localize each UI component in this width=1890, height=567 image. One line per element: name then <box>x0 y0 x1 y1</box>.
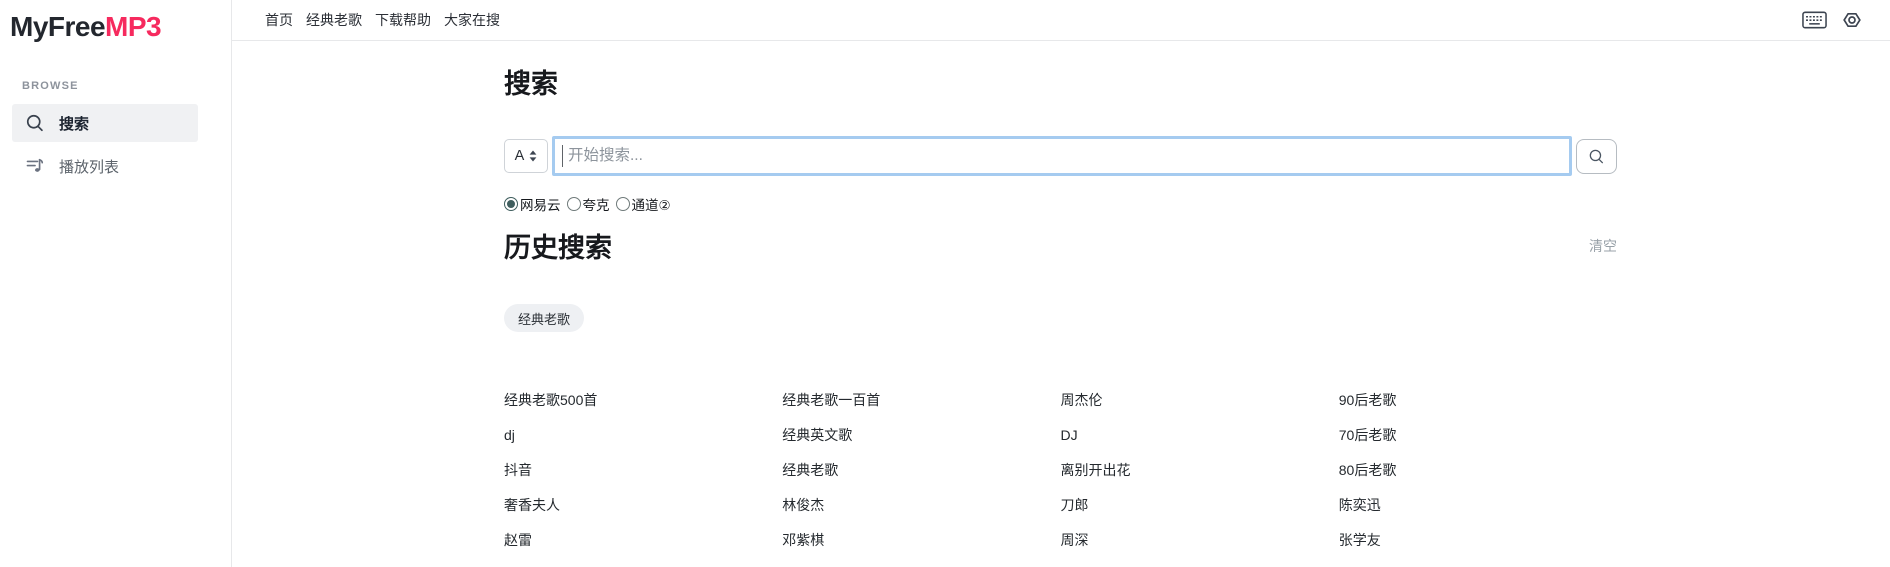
hot-search-item[interactable]: 经典老歌500首 <box>504 392 782 408</box>
hot-search-item[interactable]: 赵雷 <box>504 532 782 548</box>
hot-search-item[interactable]: dj <box>504 427 782 443</box>
nav-item[interactable]: 下载帮助 <box>375 10 431 30</box>
main-area: 首页经典老歌下载帮助大家在搜 搜索 A <box>232 0 1890 567</box>
history-tags: 经典老歌 <box>504 304 1617 332</box>
search-input[interactable] <box>552 136 1572 176</box>
hot-search-item[interactable]: 80后老歌 <box>1339 462 1617 478</box>
sidebar-section-label: BROWSE <box>22 80 231 92</box>
nav-item[interactable]: 首页 <box>265 10 293 30</box>
search-input-wrap <box>552 136 1572 176</box>
top-nav: 首页经典老歌下载帮助大家在搜 <box>265 10 500 30</box>
sidebar-item-label: 搜索 <box>59 113 89 134</box>
source-radio[interactable]: 夸克 <box>567 194 610 214</box>
sidebar: MyFreeMP3 BROWSE 搜索 播放列表 <box>0 0 232 567</box>
brand-logo[interactable]: MyFreeMP3 <box>0 0 231 42</box>
source-label: 通道② <box>632 194 671 214</box>
history-header: 历史搜索 清空 <box>504 230 1617 266</box>
hot-search-item[interactable]: 张学友 <box>1339 532 1617 548</box>
hot-search-item[interactable]: 刀郎 <box>1061 497 1339 513</box>
hot-search-item[interactable]: DJ <box>1061 427 1339 443</box>
brand-dark: MyFree <box>10 11 105 42</box>
source-radio-group: 网易云 夸克 通道② <box>504 194 1617 214</box>
content-container: 搜索 A <box>504 41 1617 567</box>
hot-search-item[interactable]: 90后老歌 <box>1339 392 1617 408</box>
hot-search-item[interactable]: 周深 <box>1061 532 1339 548</box>
playlist-icon <box>25 156 45 176</box>
search-icon <box>25 113 45 133</box>
source-label: 夸克 <box>583 194 610 214</box>
top-bar: 首页经典老歌下载帮助大家在搜 <box>232 0 1890 41</box>
radio-icon <box>504 197 518 211</box>
search-type-value: A <box>515 148 525 164</box>
source-radio[interactable]: 通道② <box>616 194 671 214</box>
nav-item[interactable]: 经典老歌 <box>306 10 362 30</box>
hot-search-item[interactable]: 奢香夫人 <box>504 497 782 513</box>
topbar-icons <box>1802 10 1862 30</box>
history-tag[interactable]: 经典老歌 <box>504 304 584 332</box>
history-title: 历史搜索 <box>504 230 612 266</box>
search-title: 搜索 <box>504 66 1617 102</box>
app-window: MyFreeMP3 BROWSE 搜索 播放列表 首页经典老歌下载帮助大家在搜 <box>0 0 1890 567</box>
brand-accent: MP3 <box>105 11 161 42</box>
search-type-select[interactable]: A <box>504 139 548 173</box>
hot-search-item[interactable]: 经典英文歌 <box>782 427 1060 443</box>
hot-search-item[interactable]: 周杰伦 <box>1061 392 1339 408</box>
hot-search-item[interactable]: 林俊杰 <box>782 497 1060 513</box>
hot-search-item[interactable]: 经典老歌 <box>782 462 1060 478</box>
radio-icon <box>567 197 581 211</box>
text-caret <box>562 145 563 167</box>
hot-search-item[interactable]: 抖音 <box>504 462 782 478</box>
select-arrows-icon <box>529 150 537 162</box>
radio-icon <box>616 197 630 211</box>
hot-search-item[interactable]: 邓紫棋 <box>782 532 1060 548</box>
keyboard-icon[interactable] <box>1802 11 1827 29</box>
search-button[interactable] <box>1576 139 1617 174</box>
sidebar-item-search[interactable]: 搜索 <box>12 104 198 142</box>
hot-search-item[interactable]: 70后老歌 <box>1339 427 1617 443</box>
clear-history-link[interactable]: 清空 <box>1589 236 1617 256</box>
settings-icon[interactable] <box>1842 10 1862 30</box>
hot-search-grid: 经典老歌500首经典老歌一百首周杰伦90后老歌 dj经典英文歌DJ70后老歌抖音经… <box>504 392 1617 567</box>
sidebar-item-playlist[interactable]: 播放列表 <box>12 147 198 185</box>
source-label: 网易云 <box>520 194 561 214</box>
nav-item[interactable]: 大家在搜 <box>444 10 500 30</box>
hot-search-item[interactable]: 经典老歌一百首 <box>782 392 1060 408</box>
sidebar-item-label: 播放列表 <box>59 156 119 177</box>
hot-search-item[interactable]: 离别开出花 <box>1061 462 1339 478</box>
hot-search-item[interactable]: 陈奕迅 <box>1339 497 1617 513</box>
search-bar: A <box>504 136 1617 176</box>
source-radio[interactable]: 网易云 <box>504 194 561 214</box>
